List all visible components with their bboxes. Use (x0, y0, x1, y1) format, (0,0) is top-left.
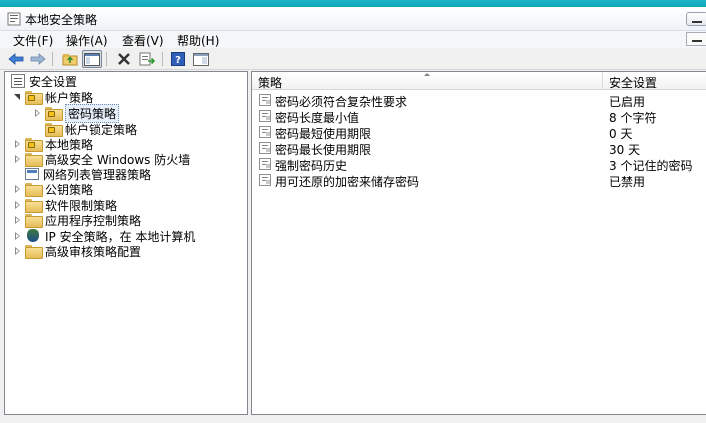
up-folder-icon (62, 54, 78, 66)
title-bar: 本地安全策略 (0, 7, 706, 31)
locked-folder-icon (45, 107, 63, 121)
toolbar: ? (0, 48, 706, 70)
tree-item-advanced-audit[interactable]: 高级审核策略配置 (13, 243, 141, 259)
menu-action[interactable]: 操作(A) (64, 32, 110, 49)
menu-help[interactable]: 帮助(H) (175, 32, 221, 49)
export-list-button[interactable] (137, 50, 157, 68)
properties-pane-icon (193, 52, 209, 66)
menu-file[interactable]: 文件(F) (11, 32, 55, 49)
collapse-arrow-icon[interactable] (13, 154, 23, 164)
policy-icon (259, 94, 271, 106)
policy-icon (259, 142, 271, 154)
menu-view[interactable]: 查看(V) (120, 32, 166, 49)
policy-name: 用可还原的加密来储存密码 (275, 175, 420, 189)
expand-arrow-icon[interactable] (13, 92, 23, 102)
policy-icon (259, 174, 271, 186)
policy-row[interactable]: 密码长度最小值 8 个字符 (252, 108, 706, 125)
delete-button[interactable] (114, 50, 134, 68)
help-button[interactable]: ? (168, 50, 188, 68)
folder-icon (25, 183, 43, 197)
policy-setting: 已禁用 (609, 175, 646, 189)
folder-icon (25, 199, 43, 213)
show-tree-button[interactable] (82, 50, 102, 68)
forward-icon (30, 53, 46, 65)
console-tree-pane: 安全设置 帐户策略 密码策略 帐户锁定策略 本地策略 高级安全 Windows … (4, 71, 248, 415)
minimize-button[interactable] (686, 12, 706, 26)
folder-icon (25, 153, 43, 167)
collapse-arrow-icon[interactable] (13, 200, 23, 210)
column-header-setting[interactable]: 安全设置 (609, 74, 657, 91)
tree-item-label: 高级审核策略配置 (45, 244, 142, 259)
locked-folder-icon (25, 138, 43, 152)
tree-root[interactable]: 安全设置 (11, 73, 77, 89)
back-icon (8, 53, 24, 65)
ip-security-icon (25, 229, 41, 243)
folder-icon (25, 214, 43, 228)
forward-button[interactable] (28, 50, 48, 68)
policy-list-pane: 策略 安全设置 密码必须符合复杂性要求 已启用 密码长度最小值 8 个字符 密码… (251, 71, 706, 415)
column-divider[interactable] (602, 72, 603, 90)
toolbar-separator (162, 52, 163, 66)
locked-folder-icon (45, 123, 63, 137)
collapse-arrow-icon[interactable] (13, 246, 23, 256)
sort-ascending-icon (424, 73, 430, 76)
back-button[interactable] (6, 50, 26, 68)
collapse-arrow-icon[interactable] (33, 108, 43, 118)
menu-bar: 文件(F) 操作(A) 查看(V) 帮助(H) (0, 31, 706, 48)
policy-row[interactable]: 强制密码历史 3 个记住的密码 (252, 156, 706, 173)
collapse-arrow-icon[interactable] (13, 184, 23, 194)
mdi-minimize-button[interactable] (686, 32, 706, 46)
tree-item-password-policy[interactable]: 密码策略 (33, 103, 120, 123)
list-header: 策略 安全设置 (252, 72, 706, 90)
taskbar-accent-strip (0, 0, 706, 7)
folder-icon (25, 245, 43, 259)
locked-folder-icon (25, 91, 43, 105)
tree-item-app-control[interactable]: 应用程序控制策略 (13, 212, 141, 228)
tree-root-label: 安全设置 (29, 74, 78, 89)
policy-row[interactable]: 密码必须符合复杂性要求 已启用 (252, 92, 706, 109)
policy-icon (259, 158, 271, 170)
collapse-arrow-icon[interactable] (13, 139, 23, 149)
policy-icon (259, 110, 271, 122)
collapse-arrow-icon[interactable] (13, 231, 23, 241)
tree-item-label: 应用程序控制策略 (45, 213, 142, 228)
security-settings-icon (11, 74, 25, 88)
toolbar-separator (106, 52, 107, 66)
tree-item-label: 公钥策略 (45, 182, 94, 197)
network-list-icon (25, 168, 39, 180)
status-bar (0, 415, 706, 423)
properties-pane-button[interactable] (191, 50, 211, 68)
window-title: 本地安全策略 (25, 13, 98, 27)
toolbar-separator (52, 52, 53, 66)
tree-item-public-key-policies[interactable]: 公钥策略 (13, 181, 93, 197)
column-header-policy[interactable]: 策略 (258, 74, 282, 91)
up-folder-button[interactable] (60, 50, 80, 68)
delete-icon (118, 53, 130, 65)
policy-icon (259, 126, 271, 138)
policy-row[interactable]: 密码最长使用期限 30 天 (252, 140, 706, 157)
policy-row[interactable]: 密码最短使用期限 0 天 (252, 124, 706, 141)
security-policy-icon (7, 12, 21, 26)
help-icon: ? (171, 52, 185, 66)
policy-row[interactable]: 用可还原的加密来储存密码 已禁用 (252, 172, 706, 189)
export-list-icon (139, 52, 155, 66)
collapse-arrow-icon[interactable] (13, 215, 23, 225)
show-tree-icon (84, 52, 100, 66)
svg-text:?: ? (175, 55, 181, 66)
